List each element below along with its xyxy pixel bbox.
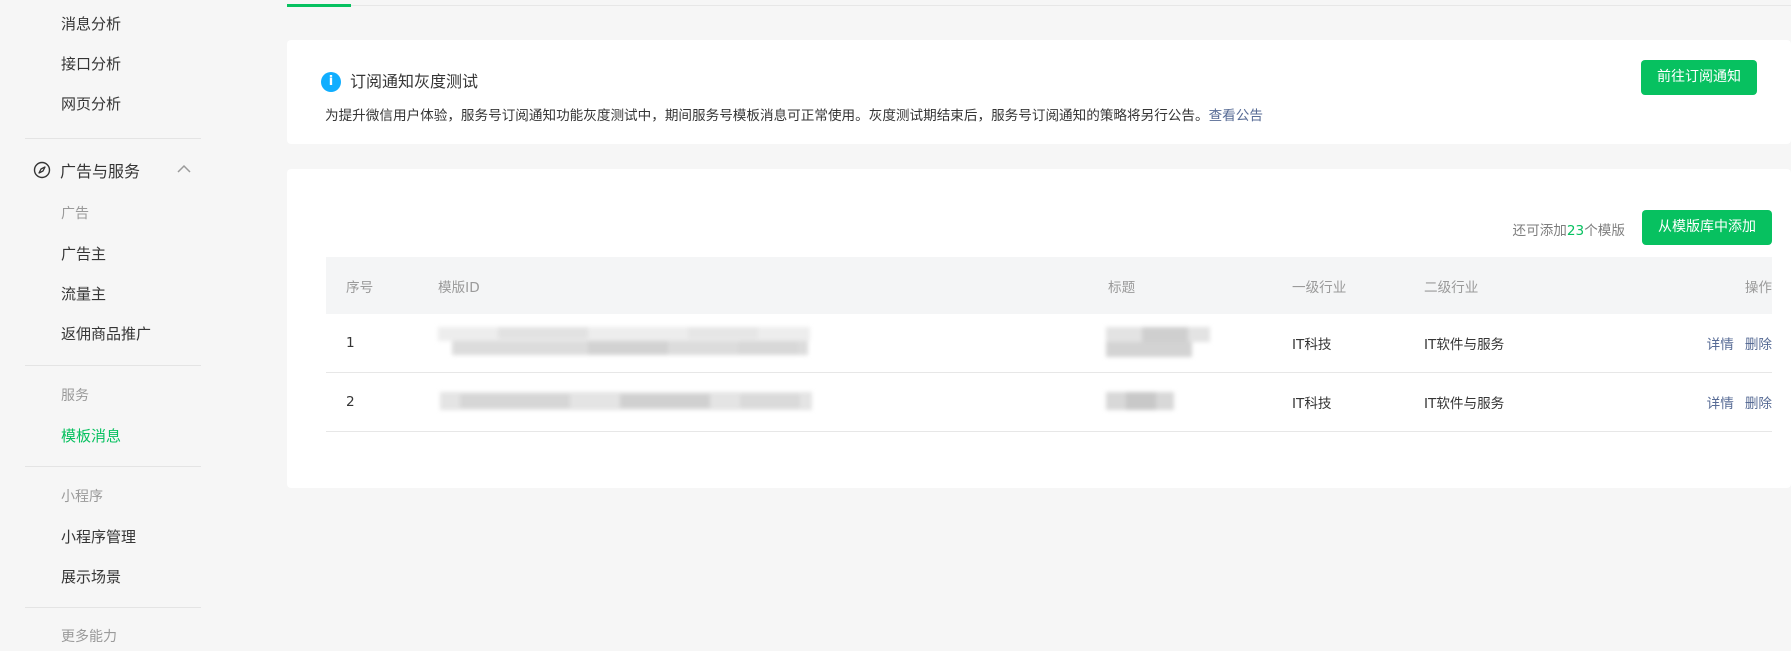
notice-title: 订阅通知灰度测试 [350, 72, 479, 91]
template-table: 序号 模版ID 标题 一级行业 二级行业 操作 1 IT科技 IT软件与服务 详… [326, 257, 1772, 432]
sidebar-item-publisher[interactable]: 流量主 [61, 284, 106, 304]
sidebar-divider [25, 365, 201, 366]
table-row: 2 IT科技 IT软件与服务 详情 删除 [326, 373, 1772, 432]
column-header-index: 序号 [346, 279, 374, 296]
active-tab-indicator [287, 4, 351, 7]
redacted-template-id [440, 392, 812, 410]
chevron-up-icon[interactable] [176, 163, 192, 175]
template-quota: 还可添加23个模版 [1513, 219, 1625, 239]
sidebar-item-miniprogram-management[interactable]: 小程序管理 [61, 527, 136, 547]
sidebar-section-ads-and-services[interactable]: 广告与服务 [33, 158, 203, 182]
sidebar-divider [25, 138, 201, 139]
sidebar-item-display-scenes[interactable]: 展示场景 [61, 567, 121, 587]
sidebar-group-miniprogram: 小程序 [61, 489, 103, 505]
row-industry-1: IT科技 [1292, 396, 1332, 412]
row-index: 2 [346, 394, 355, 410]
detail-link[interactable]: 详情 [1707, 333, 1734, 353]
sidebar-item-advertiser[interactable]: 广告主 [61, 244, 106, 264]
row-industry-2: IT软件与服务 [1424, 337, 1505, 353]
sidebar-item-message-analysis[interactable]: 消息分析 [61, 14, 121, 34]
sidebar-item-template-message[interactable]: 模板消息 [61, 426, 121, 446]
go-to-subscription-button[interactable]: 前往订阅通知 [1641, 60, 1757, 95]
column-header-industry-2: 二级行业 [1424, 279, 1479, 296]
sidebar-item-commission-promotion[interactable]: 返佣商品推广 [61, 324, 151, 344]
tab-bar-divider [287, 5, 1791, 6]
sidebar-divider [25, 466, 201, 467]
row-actions: 详情 删除 [1652, 373, 1772, 431]
redacted-template-title [1106, 327, 1210, 357]
quota-prefix: 还可添加 [1512, 223, 1567, 239]
delete-link[interactable]: 删除 [1745, 392, 1772, 412]
detail-link[interactable]: 详情 [1707, 392, 1734, 412]
column-header-template-id: 模版ID [438, 279, 480, 296]
redacted-template-title [1106, 392, 1174, 410]
sidebar-group-service: 服务 [61, 388, 89, 404]
add-from-library-button[interactable]: 从模版库中添加 [1642, 210, 1772, 245]
redacted-template-id [438, 325, 810, 357]
quota-count: 23 [1566, 223, 1585, 239]
column-header-industry-1: 一级行业 [1292, 279, 1347, 296]
table-row: 1 IT科技 IT软件与服务 详情 删除 [326, 314, 1772, 373]
sidebar-divider [25, 607, 201, 608]
notice-card: i 订阅通知灰度测试 为提升微信用户体验，服务号订阅通知功能灰度测试中，期间服务… [287, 40, 1791, 144]
view-announcement-link[interactable]: 查看公告 [1209, 108, 1263, 124]
sidebar: 消息分析 接口分析 网页分析 广告与服务 广告 广告主 流量主 返佣商品推广 服… [0, 0, 260, 651]
column-header-title: 标题 [1108, 279, 1136, 296]
row-actions: 详情 删除 [1652, 314, 1772, 372]
table-header: 序号 模版ID 标题 一级行业 二级行业 操作 [326, 257, 1772, 314]
compass-icon [33, 161, 51, 179]
sidebar-section-title: 广告与服务 [60, 162, 141, 181]
row-industry-2: IT软件与服务 [1424, 396, 1505, 412]
sidebar-item-api-analysis[interactable]: 接口分析 [61, 54, 121, 74]
notice-description: 为提升微信用户体验，服务号订阅通知功能灰度测试中，期间服务号模板消息可正常使用。… [325, 104, 1263, 124]
quota-suffix: 个模版 [1584, 223, 1625, 239]
sidebar-group-ads: 广告 [61, 206, 89, 222]
info-icon: i [321, 72, 341, 92]
sidebar-group-more: 更多能力 [61, 629, 117, 645]
template-list-card: 还可添加23个模版 从模版库中添加 序号 模版ID 标题 一级行业 二级行业 操… [287, 169, 1791, 488]
sidebar-item-webpage-analysis[interactable]: 网页分析 [61, 94, 121, 114]
row-industry-1: IT科技 [1292, 337, 1332, 353]
delete-link[interactable]: 删除 [1745, 333, 1772, 353]
notice-description-text: 为提升微信用户体验，服务号订阅通知功能灰度测试中，期间服务号模板消息可正常使用。… [325, 108, 1209, 124]
column-header-actions: 操作 [1744, 279, 1772, 296]
row-index: 1 [346, 335, 355, 351]
